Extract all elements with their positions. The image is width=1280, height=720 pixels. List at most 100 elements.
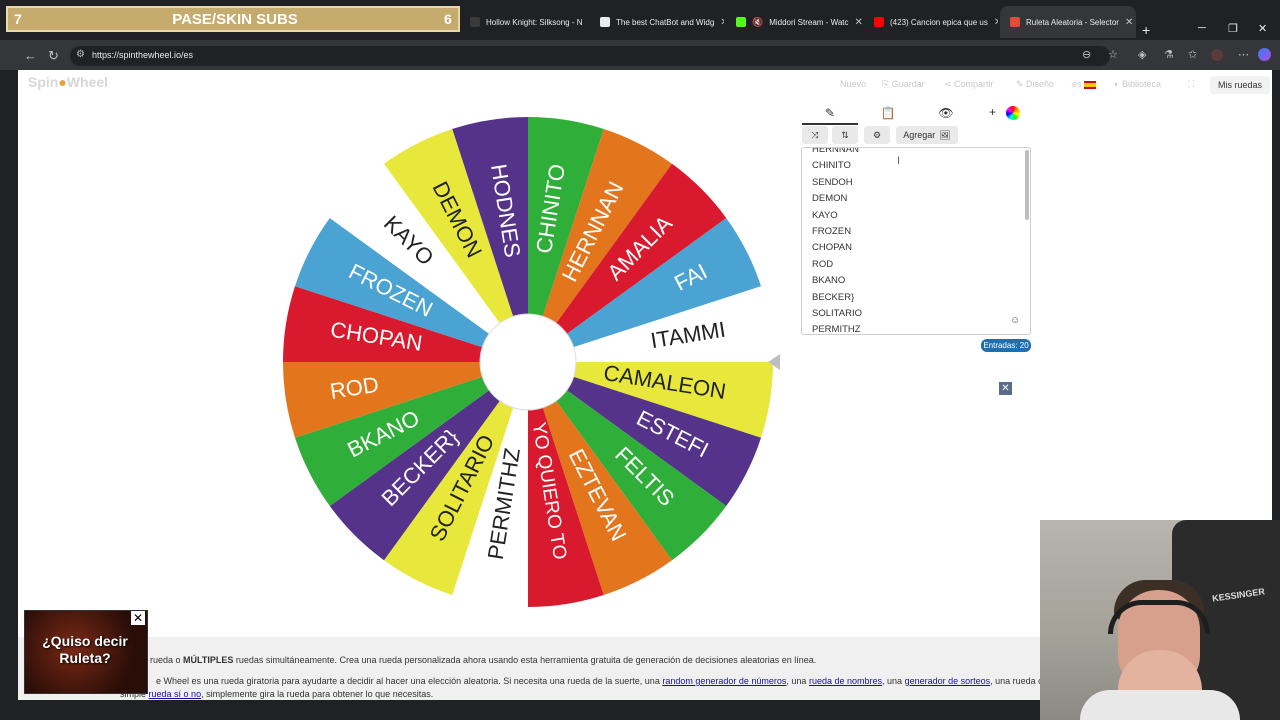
tab-ruleta-active[interactable]: Ruleta Aleatoria - Selector ✕	[1000, 6, 1136, 38]
entry-item[interactable]: PERMITHZ	[812, 322, 862, 334]
restore-button[interactable]: ❐	[1228, 22, 1238, 35]
back-icon[interactable]: ←	[24, 48, 37, 63]
menu-save-label: Guardar	[891, 79, 925, 89]
settings-button[interactable]: ⚙	[864, 126, 890, 144]
link-raffle-generator[interactable]: generador de sorteos	[905, 676, 991, 686]
bookmark-star-icon[interactable]: ☆	[1108, 48, 1118, 61]
close-icon[interactable]: ✕	[720, 17, 724, 28]
tab-kick-stream[interactable]: 🔇 Middori Stream - Watc ✕	[726, 6, 862, 38]
entries-count-badge: Entradas: 20	[981, 339, 1031, 352]
link-yes-no-wheel[interactable]: rueda sí o no	[149, 689, 202, 699]
language-label: es	[1072, 79, 1082, 89]
entry-item[interactable]: BKANO	[812, 273, 862, 289]
menu-library[interactable]: ◐ Biblioteca	[1114, 79, 1161, 89]
tab-label: (423) Cancion epica que us	[890, 17, 988, 27]
headset	[1108, 600, 1210, 634]
close-ad-button[interactable]: ✕	[999, 382, 1012, 395]
text: , simplemente gira la rueda para obtener…	[201, 689, 434, 699]
fullscreen-icon[interactable]: ⛶	[1188, 79, 1194, 90]
close-icon[interactable]: ✕	[994, 17, 998, 28]
menu-dots-icon[interactable]: ⋯	[1238, 48, 1249, 61]
sort-icon: ⇅	[841, 129, 849, 140]
entry-item[interactable]: DEMON	[812, 191, 862, 207]
new-tab-button[interactable]: +	[1142, 22, 1150, 38]
color-wheel-icon[interactable]	[1006, 106, 1020, 120]
url-text[interactable]: https://spinthewheel.io/es	[92, 50, 193, 60]
tab-hidden[interactable]: 👁	[918, 103, 974, 123]
text: e Wheel es una rueda giratoria para ayud…	[156, 676, 660, 686]
entries-scrollbar[interactable]	[1025, 150, 1029, 220]
add-wheel-icon[interactable]: +	[989, 105, 996, 119]
extension-icon[interactable]: ◈	[1138, 48, 1146, 61]
entry-item[interactable]: SOLITARIO	[812, 306, 862, 322]
entry-item[interactable]: SENDOH	[812, 175, 862, 191]
favorites-icon[interactable]: ✩	[1188, 48, 1197, 61]
menu-design[interactable]: ✎ Diseño	[1016, 79, 1054, 90]
site-logo[interactable]: Spin●Wheel	[28, 74, 108, 90]
close-icon[interactable]: ✕	[855, 17, 863, 28]
shuffle-icon: ⤨	[811, 129, 819, 140]
entry-item[interactable]: BECKER}	[812, 290, 862, 306]
description-line-1: rueda o MÚLTIPLES ruedas simultáneamente…	[150, 655, 816, 665]
minimize-button[interactable]: ─	[1198, 22, 1206, 34]
reader-icon[interactable]: ⊖	[1082, 48, 1091, 61]
tab-edit-entries[interactable]: ✎	[802, 103, 858, 125]
spin-wheel[interactable]: FAIITAMMICAMALEONESTEFIFELTISEZTEVANYO Q…	[280, 114, 780, 614]
close-icon: ✕	[1001, 383, 1010, 394]
emoji-icon[interactable]: ☺	[1010, 315, 1020, 326]
wheel-center-button[interactable]	[479, 313, 577, 411]
link-number-generator[interactable]: random generador de números	[662, 676, 786, 686]
entry-item[interactable]: CHINITO	[812, 158, 862, 174]
close-window-button[interactable]: ✕	[1258, 22, 1267, 35]
text-bold: MÚLTIPLES	[183, 655, 234, 665]
tab-favicon	[874, 17, 884, 27]
text-cursor-icon: I	[897, 155, 901, 167]
overlay-left-value: 7	[14, 11, 22, 27]
image-icon: 🖼	[939, 129, 951, 140]
entry-item[interactable]: KAYO	[812, 208, 862, 224]
tab-label: Middori Stream - Watc	[769, 17, 849, 27]
reload-icon[interactable]: ↻	[48, 48, 59, 64]
tab-chatbot[interactable]: The best ChatBot and Widg ✕	[590, 6, 724, 38]
sort-button[interactable]: ⇅	[832, 126, 858, 144]
link-name-wheel[interactable]: rueda de nombres	[809, 676, 882, 686]
overlay-right-value: 6	[444, 11, 452, 27]
entry-item[interactable]: ROD	[812, 257, 862, 273]
shuffle-button[interactable]: ⤨	[802, 126, 828, 144]
entry-item[interactable]: HERNNAN	[812, 148, 862, 158]
text: , una	[786, 676, 807, 686]
menu-library-label: Biblioteca	[1121, 79, 1161, 89]
copilot-icon[interactable]	[1258, 48, 1271, 61]
text: , una rueda o	[990, 676, 1044, 686]
close-icon[interactable]: ✕	[1125, 17, 1133, 28]
profile-avatar[interactable]	[1211, 49, 1223, 61]
tab-youtube[interactable]: (423) Cancion epica que us ✕	[864, 6, 998, 38]
tab-label: Hollow Knight: Silksong - N	[486, 17, 583, 27]
share-icon: ⋖	[944, 79, 955, 89]
eye-slash-icon: 👁	[938, 106, 954, 120]
menu-share[interactable]: ⋖ Compartir	[944, 79, 994, 90]
entries-textarea[interactable]: HERNNAN CHINITO SENDOH DEMON KAYO FROZEN CHOPA…	[801, 147, 1031, 335]
menu-save[interactable]: ⎘ Guardar	[882, 79, 925, 90]
pencil-icon: ✎	[824, 106, 836, 120]
entry-item[interactable]: CHOPAN	[812, 240, 862, 256]
tab-favicon	[470, 17, 480, 27]
add-image-button[interactable]: Agregar 🖼	[896, 126, 958, 144]
ad-close-button[interactable]: ✕	[131, 611, 145, 625]
save-icon: ⎘	[882, 79, 892, 89]
tab-favicon	[1010, 17, 1020, 27]
menu-share-label: Compartir	[954, 79, 994, 89]
spain-flag-icon	[1084, 80, 1097, 89]
my-wheels-button[interactable]: Mis ruedas	[1210, 76, 1270, 94]
entry-item[interactable]: FROZEN	[812, 224, 862, 240]
menu-language[interactable]: es	[1072, 79, 1097, 89]
menu-new[interactable]: Nuevo	[840, 79, 866, 89]
site-info-icon[interactable]: ⚙	[76, 49, 85, 60]
extension-icon-2[interactable]: ⚗	[1164, 48, 1174, 61]
mute-icon[interactable]: 🔇	[752, 17, 763, 28]
tab-results[interactable]: 📋	[860, 103, 916, 123]
menu-design-label: Diseño	[1026, 79, 1055, 89]
text: , una	[882, 676, 903, 686]
address-bar[interactable]	[70, 46, 1110, 66]
tab-silksong[interactable]: Hollow Knight: Silksong - N ✕	[460, 6, 588, 38]
